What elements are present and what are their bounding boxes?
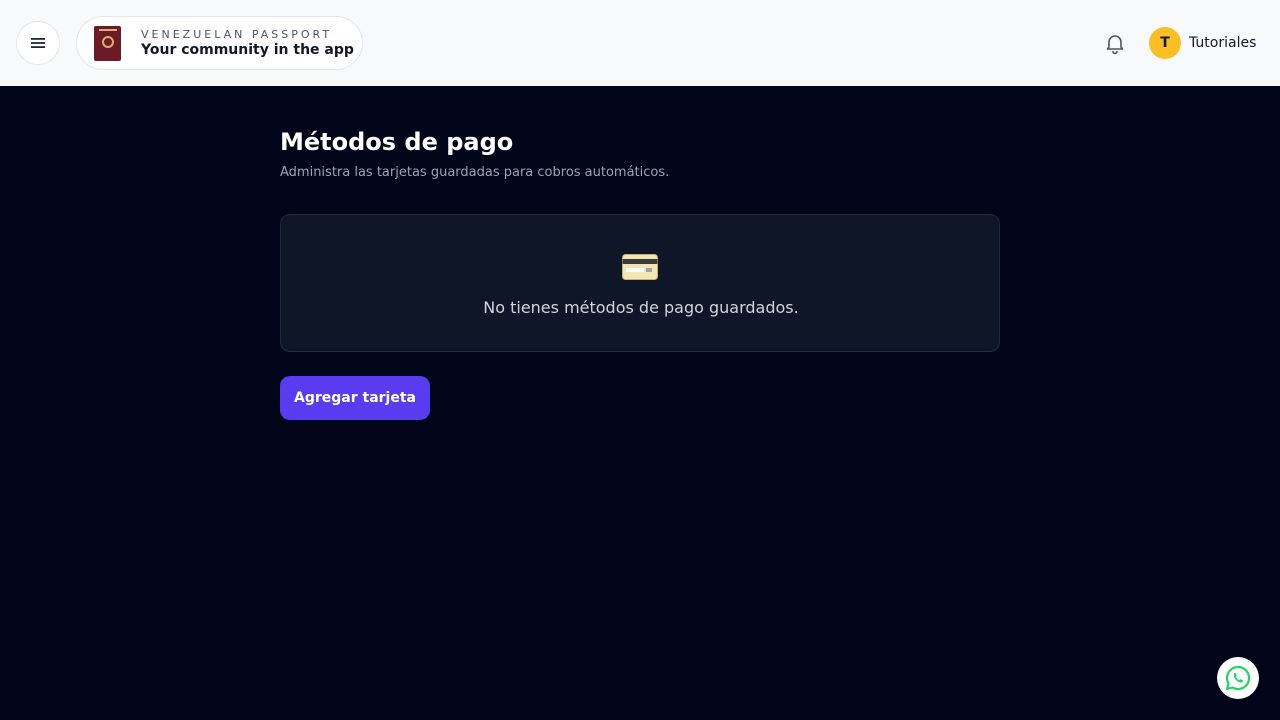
- add-card-button[interactable]: Agregar tarjeta: [280, 376, 430, 420]
- hamburger-menu-icon: [31, 38, 45, 48]
- user-name[interactable]: Tutoriales: [1189, 35, 1256, 51]
- whatsapp-icon: [1225, 665, 1251, 691]
- bell-icon: [1106, 35, 1124, 55]
- brand-pill[interactable]: VENEZUELAN PASSPORT Your community in th…: [76, 16, 363, 70]
- menu-button[interactable]: [16, 21, 60, 65]
- credit-card-icon: [622, 254, 658, 280]
- brand-tagline: Your community in the app: [141, 42, 354, 58]
- whatsapp-button[interactable]: [1217, 657, 1259, 699]
- top-bar: VENEZUELAN PASSPORT Your community in th…: [0, 0, 1280, 86]
- page-subtitle: Administra las tarjetas guardadas para c…: [280, 165, 670, 180]
- brand-name: VENEZUELAN PASSPORT: [141, 28, 333, 41]
- empty-state-message: No tienes métodos de pago guardados.: [483, 298, 799, 317]
- venezuelan-passport-icon: [94, 26, 121, 61]
- empty-payment-methods-card: No tienes métodos de pago guardados.: [280, 214, 1000, 352]
- notifications-button[interactable]: [1103, 31, 1127, 55]
- page-title: Métodos de pago: [280, 128, 514, 156]
- user-avatar[interactable]: T: [1149, 27, 1181, 59]
